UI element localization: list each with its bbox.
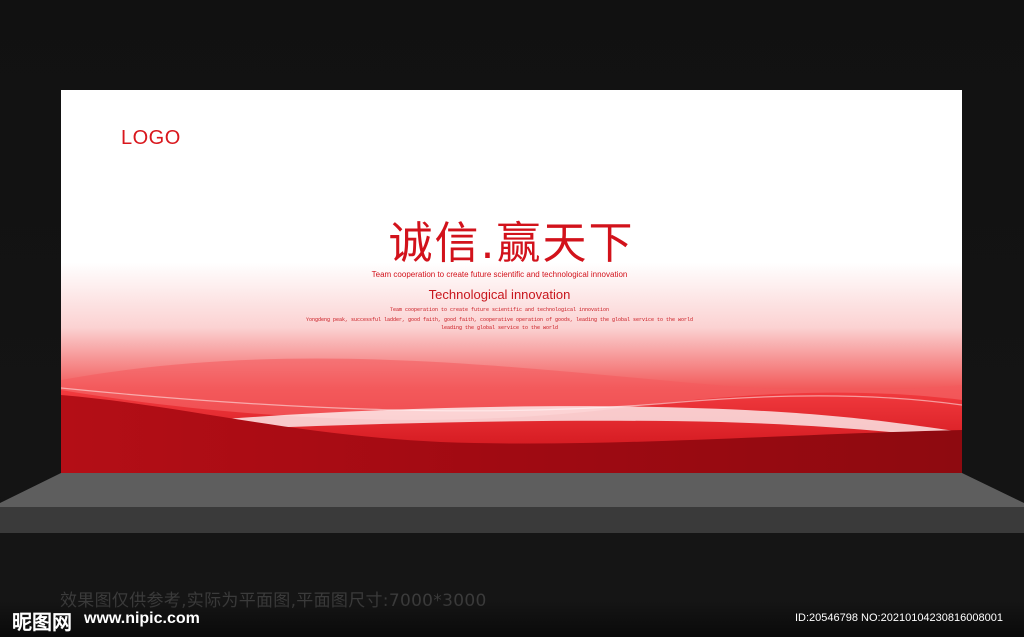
tagline-line-1: Team cooperation to create future scient… xyxy=(389,307,610,313)
floor-top xyxy=(0,473,1024,507)
floor-front xyxy=(0,507,1024,533)
tagline-line-2: Yongdeng peak, successful ladder, good f… xyxy=(305,317,694,323)
subtitle-small: Team cooperation to create future scient… xyxy=(371,270,628,279)
watermark-brand: 昵图网 xyxy=(12,610,72,634)
backdrop-board: LOGO 诚信.赢天下 Team cooperation to create f… xyxy=(61,90,962,473)
logo-text: LOGO xyxy=(121,127,181,149)
main-title: 诚信.赢天下 xyxy=(388,218,635,269)
subtitle-main: Technological innovation xyxy=(428,287,571,302)
tagline-line-3: leading the global service to the world xyxy=(440,325,559,331)
watermark-url: www.nipic.com xyxy=(84,610,200,627)
red-wave-background xyxy=(61,90,962,473)
watermark-id: ID:20546798 NO:20210104230816008001 xyxy=(795,612,1003,624)
